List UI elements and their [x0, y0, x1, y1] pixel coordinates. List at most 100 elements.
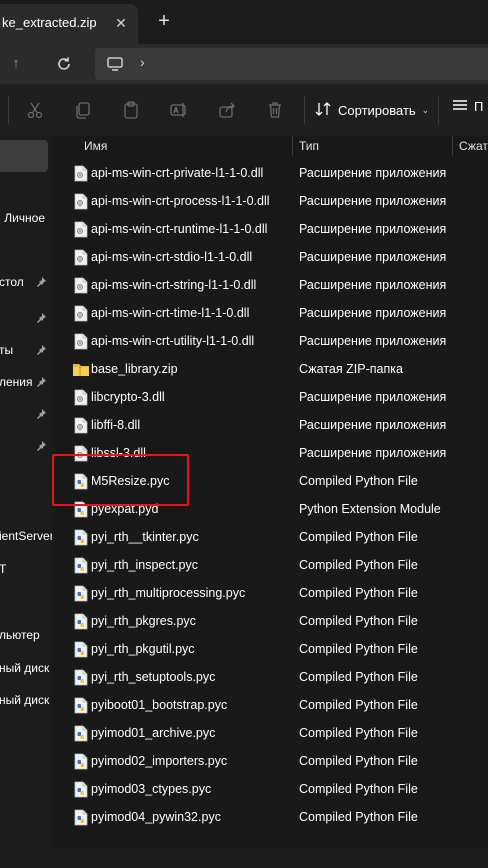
nav-item-desktop[interactable]: стол	[0, 272, 52, 294]
dll-icon	[74, 277, 88, 297]
nav-item-documents[interactable]: ты	[0, 340, 52, 362]
file-type: Расширение приложения	[299, 306, 447, 320]
file-row[interactable]: pyi_rth__tkinter.pyc Compiled Python File	[52, 523, 488, 551]
file-name: pyimod03_ctypes.pyc	[91, 782, 212, 796]
file-name: libffi-8.dll	[91, 418, 141, 432]
file-row[interactable]: pyexpat.pyd Python Extension Module	[52, 495, 488, 523]
address-row: ↑ ›	[0, 44, 488, 84]
chevron-down-icon: ⌄	[421, 104, 430, 115]
file-row[interactable]: libcrypto-3.dll Расширение приложения	[52, 383, 488, 411]
file-row[interactable]: pyimod03_ctypes.pyc Compiled Python File	[52, 775, 488, 803]
file-name: api-ms-win-crt-utility-l1-1-0.dll	[91, 334, 255, 348]
nav-item-local-disk-1[interactable]: ный диск	[0, 658, 52, 680]
file-row[interactable]: api-ms-win-crt-utility-l1-1-0.dll Расшире…	[52, 327, 488, 355]
file-name: api-ms-win-crt-runtime-l1-1-0.dll	[91, 222, 268, 236]
file-type: Compiled Python File	[299, 782, 418, 796]
sort-label: Сортировать	[338, 102, 416, 118]
up-arrow-icon[interactable]: ↑	[4, 52, 28, 76]
python-file-icon	[74, 557, 88, 577]
plus-icon[interactable]: +	[152, 10, 176, 34]
file-row[interactable]: pyi_rth_setuptools.pyc Compiled Python Fi…	[52, 663, 488, 691]
file-name: base_library.zip	[91, 362, 178, 376]
nav-item-local-disk-2[interactable]: ный диск	[0, 690, 52, 712]
nav-item-images[interactable]: ления	[0, 372, 52, 394]
file-row[interactable]: pyiboot01_bootstrap.pyc Compiled Python F…	[52, 691, 488, 719]
file-row[interactable]: api-ms-win-crt-process-l1-1-0.dll Расшире…	[52, 187, 488, 215]
column-divider[interactable]	[452, 136, 453, 156]
file-type: Compiled Python File	[299, 558, 418, 572]
monitor-icon	[107, 57, 123, 74]
file-name: pyi_rth_setuptools.pyc	[91, 670, 216, 684]
refresh-icon[interactable]	[52, 52, 76, 76]
pin-icon	[35, 440, 47, 455]
file-row[interactable]: M5Resize.pyc Compiled Python File	[52, 467, 488, 495]
nav-item-selected[interactable]	[0, 140, 48, 172]
nav-item-label: ный диск	[0, 693, 50, 707]
python-file-icon	[74, 809, 88, 829]
nav-item-label: T	[0, 562, 7, 576]
file-row[interactable]: base_library.zip Сжатая ZIP-папка	[52, 355, 488, 383]
file-row[interactable]: pyi_rth_pkgutil.pyc Compiled Python File	[52, 635, 488, 663]
delete-icon[interactable]	[265, 100, 285, 120]
cut-icon[interactable]	[25, 100, 45, 120]
python-file-icon	[74, 501, 88, 521]
rename-icon[interactable]	[169, 100, 189, 120]
file-type: Расширение приложения	[299, 334, 447, 348]
copy-icon[interactable]	[73, 100, 93, 120]
nav-item-label: ты	[0, 343, 14, 357]
file-type: Python Extension Module	[299, 502, 441, 516]
sort-icon	[314, 101, 332, 120]
file-type: Расширение приложения	[299, 446, 447, 460]
file-name: api-ms-win-crt-string-l1-1-0.dll	[91, 278, 257, 292]
file-row[interactable]: pyi_rth_inspect.pyc Compiled Python File	[52, 551, 488, 579]
nav-item-clientserver[interactable]: ientServer	[0, 526, 52, 548]
dll-icon	[74, 445, 88, 465]
chevron-right-icon[interactable]: ›	[140, 54, 145, 70]
file-name: pyimod01_archive.pyc	[91, 726, 216, 740]
file-row[interactable]: api-ms-win-crt-string-l1-1-0.dll Расширен…	[52, 271, 488, 299]
file-name: pyi_rth_pkgres.pyc	[91, 614, 196, 628]
file-name: libcrypto-3.dll	[91, 390, 165, 404]
nav-item-pinned[interactable]	[0, 308, 52, 330]
share-icon[interactable]	[217, 100, 237, 120]
view-button[interactable]: П	[452, 98, 483, 115]
file-row[interactable]: api-ms-win-crt-runtime-l1-1-0.dll Расшире…	[52, 215, 488, 243]
nav-item-label: Личное	[4, 211, 45, 225]
paste-icon[interactable]	[121, 100, 141, 120]
nav-item-pinned-3[interactable]	[0, 436, 52, 458]
tab-active[interactable]: ke_extracted.zip ✕	[0, 4, 138, 44]
file-row[interactable]: api-ms-win-crt-time-l1-1-0.dll Расширение…	[52, 299, 488, 327]
nav-item-t[interactable]: T	[0, 559, 52, 581]
file-name: pyimod02_importers.pyc	[91, 754, 228, 768]
column-name[interactable]: Имя	[84, 139, 107, 153]
file-row[interactable]: pyimod04_pywin32.pyc Compiled Python File	[52, 803, 488, 831]
address-bar[interactable]: ›	[95, 48, 488, 80]
file-type: Compiled Python File	[299, 530, 418, 544]
column-type[interactable]: Тип	[299, 139, 319, 153]
file-row[interactable]: api-ms-win-crt-private-l1-1-0.dll Расшире…	[52, 159, 488, 187]
file-row[interactable]: pyimod01_archive.pyc Compiled Python File	[52, 719, 488, 747]
column-size[interactable]: Сжат	[459, 139, 488, 153]
nav-item-this-pc[interactable]: льютер	[0, 625, 52, 647]
sort-button[interactable]: Сортировать ⌄	[314, 98, 429, 122]
python-file-icon	[74, 585, 88, 605]
file-row[interactable]: pyi_rth_multiprocessing.pyc Compiled Pyth…	[52, 579, 488, 607]
file-row[interactable]: api-ms-win-crt-stdio-l1-1-0.dll Расширени…	[52, 243, 488, 271]
file-name: pyi_rth_multiprocessing.pyc	[91, 586, 246, 600]
nav-item-pinned-2[interactable]	[0, 404, 52, 426]
pin-icon	[35, 408, 47, 423]
file-row[interactable]: libssl-3.dll Расширение приложения	[52, 439, 488, 467]
tab-strip: ke_extracted.zip ✕ +	[0, 0, 488, 44]
nav-item-personal[interactable]: Личное	[0, 208, 52, 230]
column-divider[interactable]	[292, 136, 293, 156]
file-row[interactable]: libffi-8.dll Расширение приложения	[52, 411, 488, 439]
dll-icon	[74, 333, 88, 353]
file-type: Расширение приложения	[299, 194, 447, 208]
file-row[interactable]: pyi_rth_pkgres.pyc Compiled Python File	[52, 607, 488, 635]
navigation-pane: Личное стол ты ления ientServer T льютер…	[0, 136, 52, 848]
close-icon[interactable]: ✕	[110, 12, 132, 34]
pin-icon	[35, 344, 47, 359]
file-type: Расширение приложения	[299, 166, 447, 180]
dll-icon	[74, 249, 88, 269]
file-row[interactable]: pyimod02_importers.pyc Compiled Python Fi…	[52, 747, 488, 775]
